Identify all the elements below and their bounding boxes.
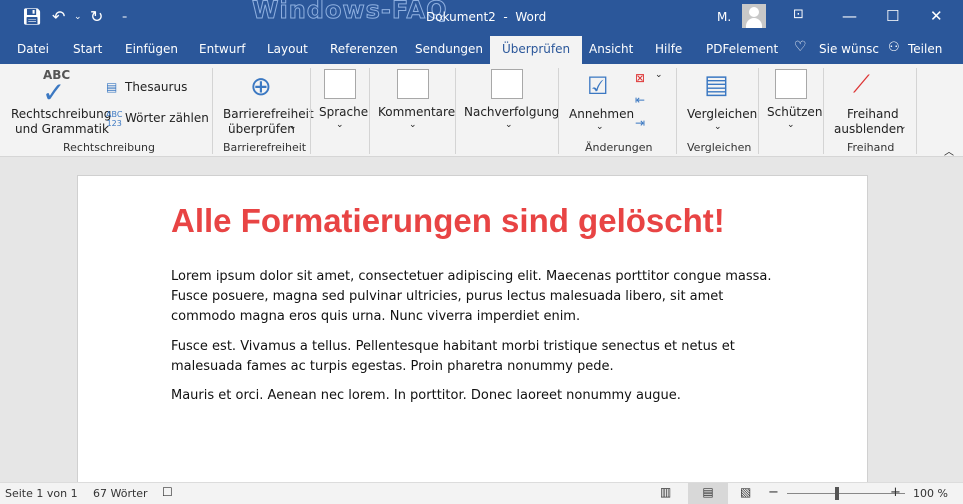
group-divider bbox=[558, 68, 559, 154]
group-label-barrierefreiheit: Barrierefreiheit bbox=[223, 141, 307, 154]
redo-icon[interactable]: ↻ bbox=[90, 7, 103, 26]
ribbon-display-icon[interactable]: ⊡ bbox=[793, 7, 804, 22]
tab-ueberpruefen[interactable]: Überprüfen bbox=[490, 36, 583, 64]
tab-referenzen[interactable]: Referenzen bbox=[330, 42, 398, 56]
checkmark-icon: ✓ bbox=[42, 76, 66, 109]
compare-button[interactable]: Vergleichen bbox=[687, 107, 757, 121]
thesaurus-button[interactable]: Thesaurus bbox=[125, 80, 187, 94]
group-divider bbox=[310, 68, 311, 154]
tab-datei[interactable]: Datei bbox=[17, 42, 49, 56]
word-count-button[interactable]: Wörter zählen bbox=[125, 111, 209, 125]
title-bar: 💾︎ ↶ ⌄ ↻ ₌ Windows-FAQ Dokument2 - Word … bbox=[0, 0, 963, 34]
language-icon bbox=[324, 69, 356, 99]
maximize-icon[interactable]: ☐ bbox=[886, 7, 899, 25]
undo-icon[interactable]: ↶ bbox=[52, 7, 65, 26]
chevron-down-icon[interactable]: ⌄ bbox=[655, 70, 663, 80]
word-count-icon: ABC 123 bbox=[106, 110, 123, 128]
tab-sendungen[interactable]: Sendungen bbox=[415, 42, 483, 56]
chevron-down-icon[interactable]: ⌄ bbox=[289, 122, 297, 132]
page-count[interactable]: Seite 1 von 1 bbox=[5, 487, 78, 500]
chevron-down-icon[interactable]: ⌄ bbox=[899, 122, 907, 132]
spelling-button[interactable]: Rechtschreibung bbox=[11, 107, 111, 121]
group-divider bbox=[212, 68, 213, 154]
user-name[interactable]: M. bbox=[717, 10, 731, 24]
comments-button[interactable]: Kommentare bbox=[378, 105, 455, 119]
status-bar: Seite 1 von 1 67 Wörter ☐ ▥ ▤ ▧ − + 100 … bbox=[0, 482, 963, 504]
paragraph: Lorem ipsum dolor sit amet, consectetuer… bbox=[171, 269, 772, 324]
ink-hide-button-line2[interactable]: ausblenden bbox=[834, 122, 904, 136]
group-label-aenderungen: Änderungen bbox=[585, 141, 653, 154]
spelling-button-line2[interactable]: und Grammatik bbox=[15, 122, 109, 136]
customize-toolbar-icon[interactable]: ₌ bbox=[122, 11, 127, 22]
share-button[interactable]: Teilen bbox=[908, 42, 942, 56]
group-label-freihand: Freihand bbox=[847, 141, 895, 154]
accept-icon: ☑ bbox=[587, 72, 609, 100]
lightbulb-icon: ♡ bbox=[794, 39, 807, 55]
group-divider bbox=[676, 68, 677, 154]
ribbon-tabs: Datei Start Einfügen Entwurf Layout Refe… bbox=[0, 34, 963, 64]
previous-change-icon[interactable]: ⇤ bbox=[635, 93, 645, 107]
web-layout-icon[interactable]: ▧ bbox=[740, 485, 751, 499]
tab-start[interactable]: Start bbox=[73, 42, 102, 56]
paragraph: Fusce est. Vivamus a tellus. Pellentesqu… bbox=[171, 339, 735, 374]
group-divider bbox=[758, 68, 759, 154]
accessibility-button[interactable]: Barrierefreiheit bbox=[223, 107, 314, 121]
tab-layout[interactable]: Layout bbox=[267, 42, 308, 56]
word-count[interactable]: 67 Wörter bbox=[93, 487, 148, 500]
window-title: Dokument2 - Word bbox=[426, 10, 547, 24]
tab-ansicht[interactable]: Ansicht bbox=[589, 42, 633, 56]
protect-button[interactable]: Schützen bbox=[767, 105, 822, 119]
chevron-down-icon[interactable]: ⌄ bbox=[336, 120, 344, 130]
protect-lock-icon bbox=[775, 69, 807, 99]
document-heading: Alle Formatierungen sind gelöscht! bbox=[171, 202, 725, 239]
read-mode-icon[interactable]: ▥ bbox=[660, 485, 671, 499]
language-button[interactable]: Sprache bbox=[319, 105, 368, 119]
chevron-down-icon[interactable]: ⌄ bbox=[505, 120, 513, 130]
compare-icon: ▤ bbox=[704, 70, 729, 100]
group-divider bbox=[823, 68, 824, 154]
tracking-button[interactable]: Nachverfolgung bbox=[464, 105, 559, 119]
group-label-vergleichen: Vergleichen bbox=[687, 141, 752, 154]
ink-icon: ⟋ bbox=[853, 70, 870, 98]
avatar[interactable] bbox=[742, 4, 766, 28]
watermark-logo: Windows-FAQ bbox=[252, 0, 448, 25]
chevron-down-icon[interactable]: ⌄ bbox=[596, 122, 604, 132]
collapse-ribbon-icon[interactable]: ︿ bbox=[944, 143, 954, 158]
next-change-icon[interactable]: ⇥ bbox=[635, 116, 645, 130]
share-person-icon[interactable]: ⚇ bbox=[888, 40, 900, 55]
group-divider bbox=[916, 68, 917, 154]
group-label-rechtschreibung: Rechtschreibung bbox=[63, 141, 156, 154]
track-changes-icon bbox=[491, 69, 523, 99]
zoom-in-button[interactable]: + bbox=[890, 485, 901, 500]
accessibility-button-line2[interactable]: überprüfen bbox=[228, 122, 295, 136]
group-divider bbox=[455, 68, 456, 154]
chevron-down-icon[interactable]: ⌄ bbox=[409, 120, 417, 130]
tab-einfuegen[interactable]: Einfügen bbox=[125, 42, 178, 56]
zoom-slider-thumb[interactable] bbox=[835, 487, 839, 500]
close-icon[interactable]: ✕ bbox=[930, 7, 943, 25]
minimize-icon[interactable]: — bbox=[842, 7, 857, 25]
comment-icon bbox=[397, 69, 429, 99]
tab-hilfe[interactable]: Hilfe bbox=[655, 42, 682, 56]
proofing-icon[interactable]: ☐ bbox=[162, 485, 173, 499]
undo-dropdown-icon[interactable]: ⌄ bbox=[74, 12, 82, 22]
accessibility-check-icon: ⊕ bbox=[250, 72, 272, 102]
group-divider bbox=[369, 68, 370, 154]
tab-entwurf[interactable]: Entwurf bbox=[199, 42, 245, 56]
zoom-out-button[interactable]: − bbox=[768, 485, 779, 500]
save-icon[interactable]: 💾︎ bbox=[22, 7, 42, 26]
reject-icon[interactable]: ⊠ bbox=[635, 71, 645, 85]
tab-pdfelement[interactable]: PDFelement bbox=[706, 42, 778, 56]
zoom-slider[interactable] bbox=[787, 493, 905, 494]
ink-hide-button[interactable]: Freihand bbox=[847, 107, 899, 121]
print-layout-icon[interactable]: ▤ bbox=[688, 483, 728, 504]
accept-button[interactable]: Annehmen bbox=[569, 107, 634, 121]
zoom-level[interactable]: 100 % bbox=[913, 487, 948, 500]
thesaurus-icon: ▤ bbox=[106, 80, 118, 94]
chevron-down-icon[interactable]: ⌄ bbox=[714, 122, 722, 132]
paragraph: Mauris et orci. Aenean nec lorem. In por… bbox=[171, 388, 681, 403]
chevron-down-icon[interactable]: ⌄ bbox=[787, 120, 795, 130]
tell-me-search[interactable]: Sie wünsc bbox=[819, 42, 879, 56]
